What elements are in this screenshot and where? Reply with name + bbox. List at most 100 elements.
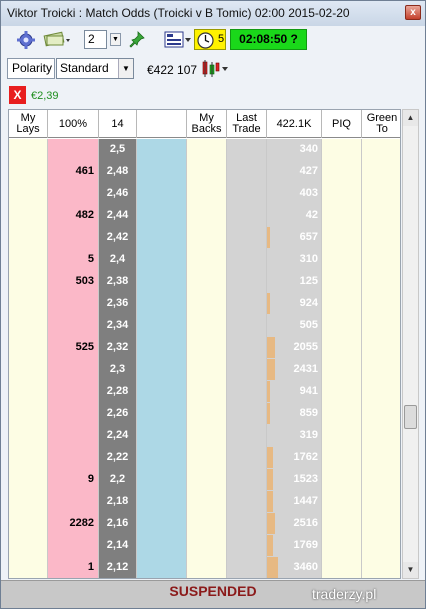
back-cell[interactable] — [137, 513, 187, 535]
stake-step-input[interactable]: 2 — [84, 30, 107, 49]
lay-cell[interactable] — [48, 535, 99, 557]
my-backs-cell[interactable] — [187, 425, 227, 447]
my-lays-cell[interactable] — [9, 293, 48, 315]
my-backs-cell[interactable] — [187, 403, 227, 425]
back-cell[interactable] — [137, 469, 187, 491]
lay-cell[interactable] — [48, 315, 99, 337]
lay-cell[interactable]: 461 — [48, 161, 99, 183]
lay-cell[interactable] — [48, 139, 99, 161]
back-cell[interactable] — [137, 403, 187, 425]
my-lays-cell[interactable] — [9, 271, 48, 293]
settings-gear-icon[interactable] — [15, 30, 37, 50]
back-cell[interactable] — [137, 359, 187, 381]
my-lays-cell[interactable] — [9, 425, 48, 447]
my-backs-cell[interactable] — [187, 293, 227, 315]
volume-value: 1762 — [293, 451, 318, 463]
money-stake-icon[interactable] — [43, 31, 73, 49]
lay-cell[interactable] — [48, 491, 99, 513]
my-backs-cell[interactable] — [187, 491, 227, 513]
lay-cell[interactable] — [48, 227, 99, 249]
back-cell[interactable] — [137, 227, 187, 249]
scrollbar-thumb[interactable] — [404, 405, 417, 429]
volume-value: 1769 — [293, 539, 318, 551]
my-lays-cell[interactable] — [9, 359, 48, 381]
lay-cell[interactable]: 1 — [48, 557, 99, 578]
back-cell[interactable] — [137, 249, 187, 271]
back-cell[interactable] — [137, 491, 187, 513]
my-backs-cell[interactable] — [187, 139, 227, 161]
lay-cell[interactable]: 482 — [48, 205, 99, 227]
my-lays-cell[interactable] — [9, 557, 48, 578]
my-backs-cell[interactable] — [187, 271, 227, 293]
my-backs-cell[interactable] — [187, 557, 227, 578]
lay-cell[interactable] — [48, 425, 99, 447]
candlestick-chart-icon[interactable] — [201, 59, 229, 79]
back-cell[interactable] — [137, 293, 187, 315]
back-cell[interactable] — [137, 425, 187, 447]
lay-cell[interactable] — [48, 359, 99, 381]
my-lays-cell[interactable] — [9, 337, 48, 359]
my-lays-cell[interactable] — [9, 227, 48, 249]
back-cell[interactable] — [137, 535, 187, 557]
my-lays-cell[interactable] — [9, 205, 48, 227]
clock-counter[interactable]: 5 — [194, 29, 226, 50]
back-cell[interactable] — [137, 271, 187, 293]
my-backs-cell[interactable] — [187, 249, 227, 271]
close-window-button[interactable]: x — [405, 5, 421, 20]
lay-cell[interactable]: 2282 — [48, 513, 99, 535]
my-backs-cell[interactable] — [187, 513, 227, 535]
lay-cell[interactable] — [48, 293, 99, 315]
pin-icon[interactable] — [129, 31, 145, 49]
my-lays-cell[interactable] — [9, 249, 48, 271]
my-backs-cell[interactable] — [187, 447, 227, 469]
my-backs-cell[interactable] — [187, 205, 227, 227]
my-backs-cell[interactable] — [187, 381, 227, 403]
my-backs-cell[interactable] — [187, 315, 227, 337]
my-lays-cell[interactable] — [9, 513, 48, 535]
back-cell[interactable] — [137, 337, 187, 359]
my-lays-cell[interactable] — [9, 403, 48, 425]
stake-step-dropdown-button[interactable]: ▼ — [110, 33, 121, 46]
my-lays-cell[interactable] — [9, 381, 48, 403]
lay-cell[interactable]: 503 — [48, 271, 99, 293]
my-lays-cell[interactable] — [9, 139, 48, 161]
back-cell[interactable] — [137, 205, 187, 227]
back-cell[interactable] — [137, 315, 187, 337]
green-to-cell — [362, 249, 400, 271]
my-lays-cell[interactable] — [9, 535, 48, 557]
my-lays-cell[interactable] — [9, 447, 48, 469]
my-lays-cell[interactable] — [9, 183, 48, 205]
header-lay-percent[interactable]: 100% — [48, 110, 99, 138]
lay-cell[interactable] — [48, 183, 99, 205]
my-lays-cell[interactable] — [9, 491, 48, 513]
my-backs-cell[interactable] — [187, 535, 227, 557]
ladder-scrollbar[interactable]: ▲ ▼ — [402, 109, 419, 579]
my-backs-cell[interactable] — [187, 469, 227, 491]
my-backs-cell[interactable] — [187, 183, 227, 205]
my-backs-cell[interactable] — [187, 161, 227, 183]
back-cell[interactable] — [137, 381, 187, 403]
chevron-down-icon[interactable]: ▼ — [118, 59, 133, 78]
ladder-layout-icon[interactable] — [164, 30, 192, 50]
my-lays-cell[interactable] — [9, 161, 48, 183]
my-lays-cell[interactable] — [9, 469, 48, 491]
my-backs-cell[interactable] — [187, 359, 227, 381]
scroll-down-icon[interactable]: ▼ — [403, 562, 418, 578]
polarity-select[interactable]: Standard ▼ — [56, 58, 134, 79]
my-backs-cell[interactable] — [187, 227, 227, 249]
lay-cell[interactable] — [48, 381, 99, 403]
scroll-up-icon[interactable]: ▲ — [403, 110, 418, 126]
back-cell[interactable] — [137, 447, 187, 469]
lay-cell[interactable]: 5 — [48, 249, 99, 271]
back-cell[interactable] — [137, 139, 187, 161]
lay-cell[interactable]: 9 — [48, 469, 99, 491]
lay-cell[interactable] — [48, 403, 99, 425]
close-position-button[interactable]: X — [9, 86, 26, 104]
lay-cell[interactable] — [48, 447, 99, 469]
lay-cell[interactable]: 525 — [48, 337, 99, 359]
my-backs-cell[interactable] — [187, 337, 227, 359]
back-cell[interactable] — [137, 557, 187, 578]
back-cell[interactable] — [137, 161, 187, 183]
my-lays-cell[interactable] — [9, 315, 48, 337]
back-cell[interactable] — [137, 183, 187, 205]
